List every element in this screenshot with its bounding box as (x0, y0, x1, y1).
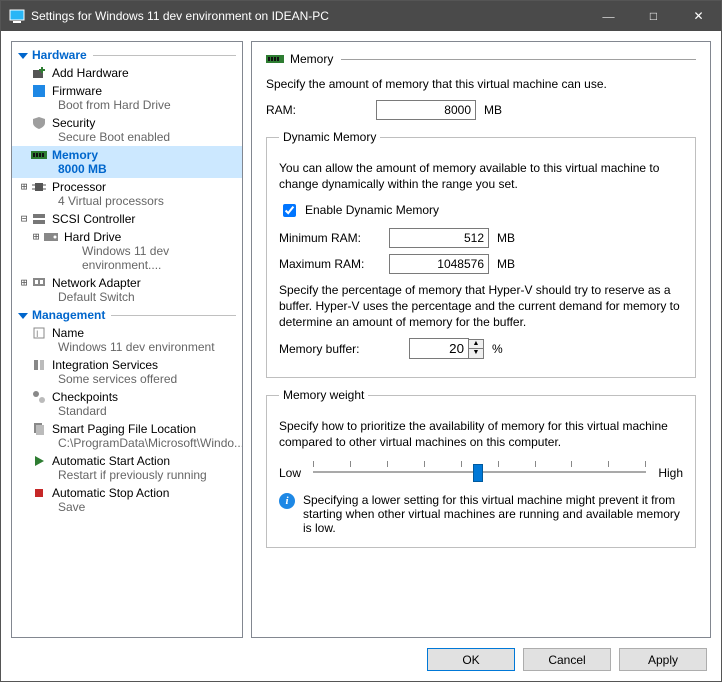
buffer-input[interactable] (409, 338, 469, 359)
section-management[interactable]: Management (12, 306, 242, 324)
ok-button[interactable]: OK (427, 648, 515, 671)
integration-icon (30, 358, 48, 372)
memory-icon (30, 150, 48, 160)
slider-high-label: High (658, 466, 683, 480)
max-ram-input[interactable] (389, 254, 489, 274)
tree-paging[interactable]: Smart Paging File Location C:\ProgramDat… (12, 420, 242, 452)
processor-icon (30, 180, 48, 194)
dialog-footer: OK Cancel Apply (1, 638, 721, 681)
weight-info-text: Specifying a lower setting for this virt… (303, 493, 683, 535)
settings-window: Settings for Windows 11 dev environment … (0, 0, 722, 682)
expand-icon[interactable]: ⊞ (18, 180, 30, 194)
slider-low-label: Low (279, 466, 301, 480)
memory-weight-legend: Memory weight (279, 388, 368, 402)
cancel-button[interactable]: Cancel (523, 648, 611, 671)
collapse-icon[interactable]: ⊟ (18, 212, 30, 226)
paging-icon (30, 422, 48, 436)
checkpoints-icon (30, 390, 48, 404)
min-ram-input[interactable] (389, 228, 489, 248)
enable-dynamic-checkbox[interactable] (283, 204, 296, 217)
tree-integration[interactable]: Integration Services Some services offer… (12, 356, 242, 388)
section-hardware[interactable]: Hardware (12, 46, 242, 64)
svg-text:I: I (36, 329, 39, 339)
memory-panel: Memory Specify the amount of memory that… (251, 41, 711, 638)
dynamic-memory-legend: Dynamic Memory (279, 130, 380, 144)
minimize-button[interactable]: — (586, 1, 631, 31)
tree-network[interactable]: ⊞ Network Adapter Default Switch (12, 274, 242, 306)
tree-security[interactable]: Security Secure Boot enabled (12, 114, 242, 146)
tree-scsi[interactable]: ⊟ SCSI Controller (12, 210, 242, 228)
shield-icon (30, 116, 48, 130)
slider-thumb[interactable] (473, 464, 483, 482)
close-button[interactable]: ✕ (676, 1, 721, 31)
tree-checkpoints[interactable]: Checkpoints Standard (12, 388, 242, 420)
tree-name[interactable]: I Name Windows 11 dev environment (12, 324, 242, 356)
scsi-icon (30, 212, 48, 226)
add-hardware-icon (30, 66, 48, 80)
ram-label: RAM: (266, 103, 376, 117)
max-ram-label: Maximum RAM: (279, 257, 389, 271)
buffer-spinner[interactable]: ▲▼ (469, 339, 484, 359)
enable-dynamic-label: Enable Dynamic Memory (305, 203, 439, 217)
apply-button[interactable]: Apply (619, 648, 707, 671)
weight-slider[interactable] (313, 461, 646, 485)
tree-processor[interactable]: ⊞ Processor 4 Virtual processors (12, 178, 242, 210)
stop-action-icon (30, 486, 48, 500)
network-icon (30, 276, 48, 290)
info-icon: i (279, 493, 295, 509)
tree-autostart[interactable]: Automatic Start Action Restart if previo… (12, 452, 242, 484)
expand-icon[interactable]: ⊞ (30, 230, 42, 244)
name-icon: I (30, 326, 48, 340)
min-ram-label: Minimum RAM: (279, 231, 389, 245)
memory-weight-group: Memory weight Specify how to prioritize … (266, 388, 696, 547)
titlebar: Settings for Windows 11 dev environment … (1, 1, 721, 31)
ram-unit: MB (484, 103, 502, 117)
firmware-icon (30, 84, 48, 98)
start-action-icon (30, 454, 48, 468)
panel-heading: Memory (290, 52, 333, 66)
tree-hard-drive[interactable]: ⊞ Hard Drive Windows 11 dev environment.… (12, 228, 242, 274)
tree-autostop[interactable]: Automatic Stop Action Save (12, 484, 242, 516)
window-title: Settings for Windows 11 dev environment … (31, 9, 586, 23)
tree-add-hardware[interactable]: Add Hardware (12, 64, 242, 82)
nav-tree: Hardware Add Hardware Firmware Boot from… (11, 41, 243, 638)
buffer-label: Memory buffer: (279, 342, 409, 356)
ram-input[interactable] (376, 100, 476, 120)
vm-settings-icon (9, 8, 25, 24)
maximize-button[interactable]: □ (631, 1, 676, 31)
expand-icon[interactable]: ⊞ (18, 276, 30, 290)
memory-icon (266, 54, 284, 64)
intro-text: Specify the amount of memory that this v… (266, 76, 696, 92)
dynamic-memory-group: Dynamic Memory You can allow the amount … (266, 130, 696, 378)
hard-drive-icon (42, 232, 60, 242)
tree-firmware[interactable]: Firmware Boot from Hard Drive (12, 82, 242, 114)
tree-memory[interactable]: Memory 8000 MB (12, 146, 242, 178)
